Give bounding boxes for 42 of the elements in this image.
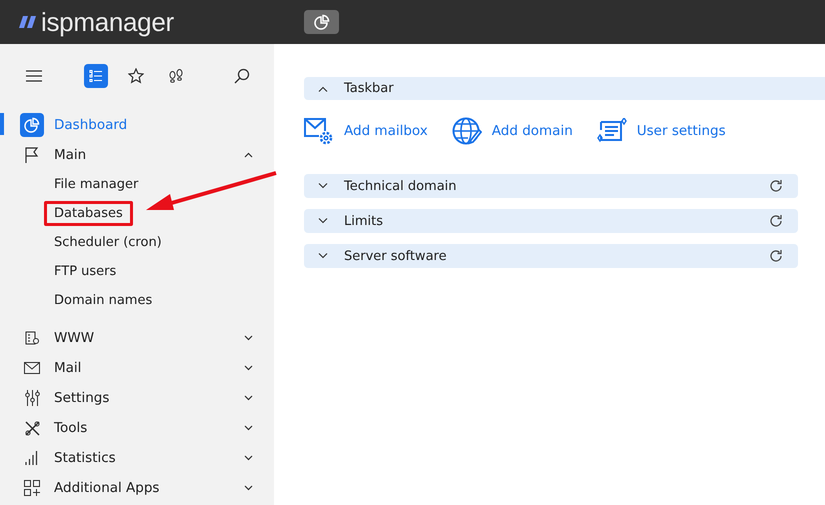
chevron-icon bbox=[318, 86, 328, 92]
sidebar-item[interactable]: Mail bbox=[0, 353, 274, 383]
tools-icon bbox=[24, 420, 40, 436]
refresh-icon bbox=[769, 249, 783, 263]
sidebar-item[interactable]: Dashboard bbox=[0, 110, 274, 140]
flag-icon bbox=[25, 147, 39, 163]
task-link[interactable]: Add mailbox bbox=[304, 116, 428, 146]
sliders-icon bbox=[24, 390, 40, 406]
submenu-item[interactable]: FTP users bbox=[44, 259, 126, 284]
sidebar-item[interactable]: Statistics bbox=[0, 443, 274, 473]
chevron-icon bbox=[318, 218, 328, 224]
mail-icon bbox=[24, 362, 40, 374]
form-sparkle-icon bbox=[596, 118, 627, 144]
chevron-icon bbox=[318, 253, 328, 259]
section-header[interactable]: Server software bbox=[304, 244, 798, 268]
sidebar-item[interactable]: Additional Apps bbox=[0, 473, 274, 503]
apps-icon bbox=[24, 480, 40, 496]
submenu-item[interactable]: Scheduler (cron) bbox=[44, 230, 172, 255]
submenu-item[interactable]: Domain names bbox=[44, 288, 162, 313]
task-link[interactable]: Add domain bbox=[452, 116, 573, 146]
task-link[interactable]: User settings bbox=[596, 116, 726, 146]
mail-gear-icon bbox=[304, 116, 334, 146]
chevron-icon bbox=[318, 183, 328, 189]
pie-chart-icon bbox=[314, 14, 330, 30]
logo-text: ispmanager bbox=[41, 9, 174, 35]
sidebar-item[interactable]: Settings bbox=[0, 383, 274, 413]
globe-pencil-icon bbox=[452, 116, 482, 146]
list-view-icon[interactable] bbox=[84, 64, 108, 88]
sidebar-item[interactable]: WWW bbox=[0, 323, 274, 353]
section-header[interactable]: Taskbar bbox=[304, 77, 825, 100]
sidebar-item[interactable]: Main bbox=[0, 140, 274, 170]
submenu-item[interactable]: Databases bbox=[44, 201, 133, 226]
bar-chart-icon bbox=[25, 451, 39, 465]
dashboard-button[interactable] bbox=[304, 10, 339, 34]
logo-icon bbox=[19, 16, 37, 28]
section-header[interactable]: Limits bbox=[304, 209, 798, 233]
submenu-item[interactable]: File manager bbox=[44, 172, 148, 197]
refresh-icon bbox=[769, 179, 783, 193]
pie-chart-icon bbox=[24, 117, 40, 133]
sidebar-item[interactable]: Tools bbox=[0, 413, 274, 443]
refresh-icon bbox=[769, 214, 783, 228]
section-header[interactable]: Technical domain bbox=[304, 174, 798, 198]
